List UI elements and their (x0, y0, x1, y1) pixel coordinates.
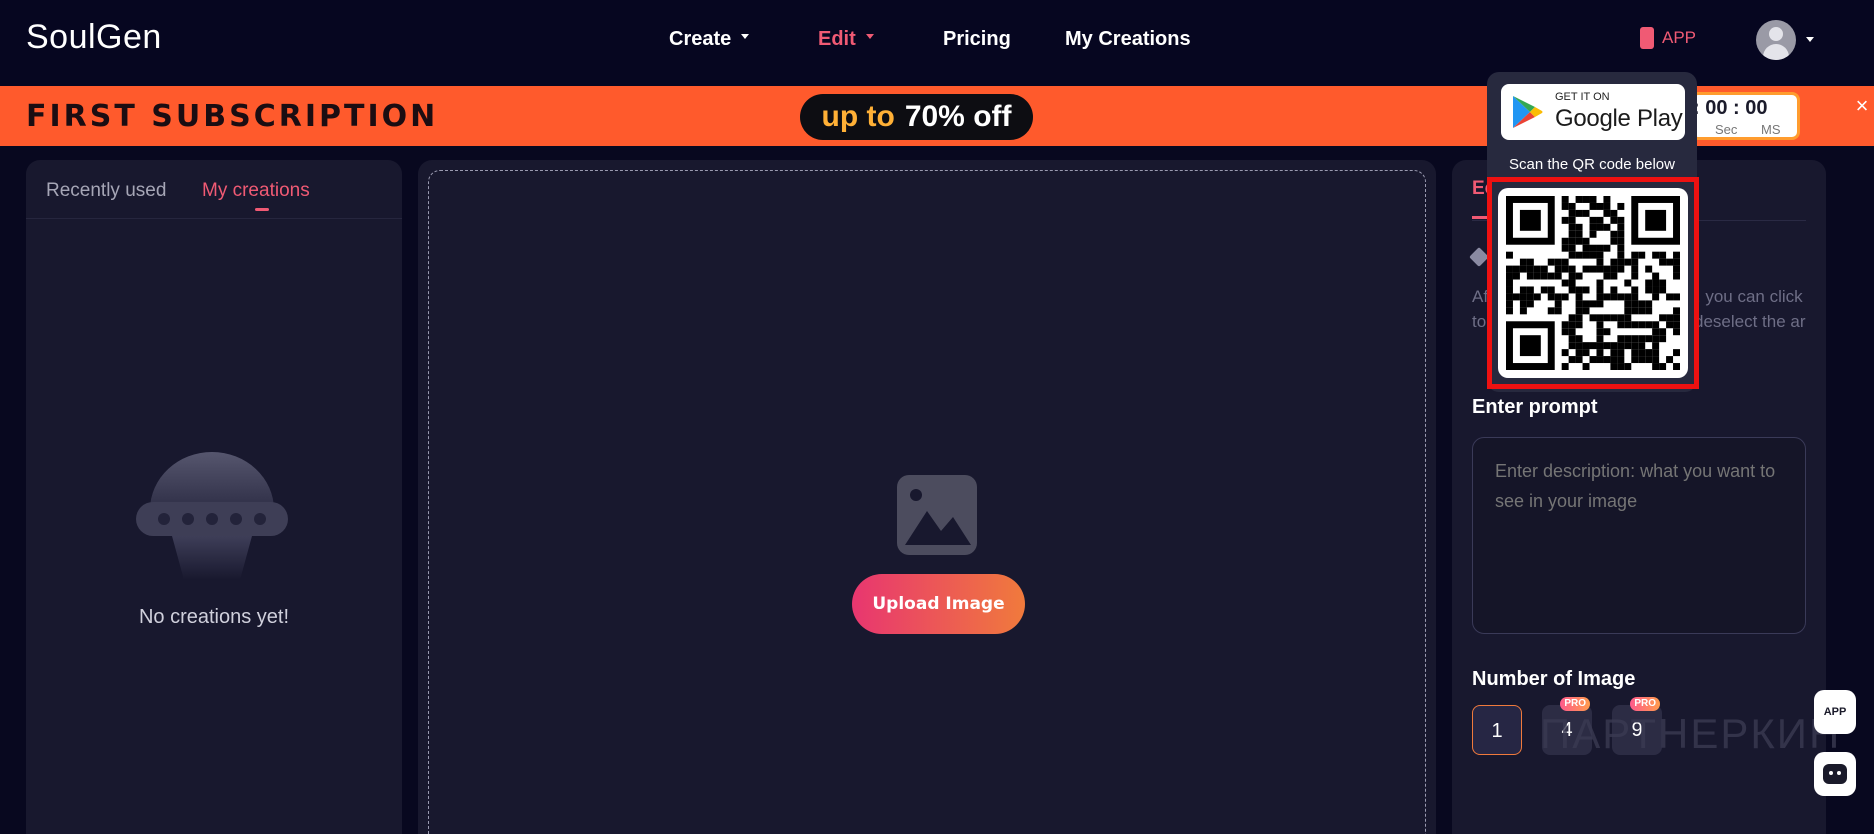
tab-my-creations[interactable]: My creations (202, 180, 310, 202)
app-download-popover: GET IT ON Google Play Scan the QR code b… (1487, 72, 1699, 392)
timer-ms-label: MS (1761, 122, 1781, 137)
chat-bot-icon[interactable] (1814, 752, 1856, 796)
nav-create[interactable]: Create (669, 28, 750, 51)
banner-title: FIRST SUBSCRIPTION (26, 99, 439, 134)
workspace-panel: Upload Image (418, 160, 1436, 834)
phone-icon (1640, 27, 1654, 49)
google-play-icon (1513, 96, 1543, 128)
app-link-label: APP (1662, 28, 1697, 47)
active-tab-indicator (255, 208, 269, 211)
timer-digits: : 00 : 00 (1693, 97, 1768, 119)
prompt-input[interactable] (1472, 437, 1806, 634)
upload-image-button[interactable]: Upload Image (852, 574, 1025, 634)
prompt-label: Enter prompt (1472, 396, 1598, 418)
chevron-down-icon (741, 34, 750, 39)
image-count-label: Number of Image (1472, 668, 1636, 690)
image-count-value: 1 (1491, 720, 1503, 742)
discount-pill: up to 70% off (800, 94, 1033, 140)
countdown-timer: : 00 : 00 Sec MS (1690, 92, 1800, 140)
nav-pricing[interactable]: Pricing (943, 28, 1011, 51)
ufo-empty-icon (136, 452, 288, 580)
store-small-text: GET IT ON (1555, 91, 1610, 103)
nav-edit-label: Edit (818, 28, 856, 50)
app-download-link[interactable]: APP (1640, 27, 1696, 49)
tabs-divider (26, 218, 402, 219)
close-icon[interactable]: × (1850, 92, 1874, 120)
timer-sec-label: Sec (1715, 122, 1738, 137)
nav-create-label: Create (669, 28, 732, 50)
qr-code-icon (1506, 196, 1680, 370)
qr-caption: Scan the QR code below (1509, 156, 1675, 173)
image-count-option-1[interactable]: 1 (1472, 705, 1522, 755)
nav-my-creations[interactable]: My Creations (1065, 28, 1191, 51)
user-avatar-icon[interactable] (1756, 20, 1796, 60)
pro-badge: PRO (1560, 697, 1590, 711)
discount-prefix: up to (821, 100, 895, 133)
nav-pricing-label: Pricing (943, 28, 1011, 50)
watermark: ПАРТНЕРКИН (1540, 710, 1842, 757)
nav-edit[interactable]: Edit (818, 28, 874, 51)
upload-dropzone[interactable]: Upload Image (428, 170, 1426, 834)
nav-my-creations-label: My Creations (1065, 28, 1191, 50)
discount-value: 70% off (904, 100, 1012, 133)
tab-recently-used[interactable]: Recently used (46, 180, 166, 202)
qr-highlight-box (1487, 177, 1699, 389)
floating-app-button[interactable]: APP (1814, 690, 1856, 734)
history-panel: Recently used My creations No creations … (26, 160, 402, 834)
empty-state-text: No creations yet! (138, 606, 290, 628)
pro-badge: PRO (1630, 697, 1660, 711)
store-name: Google Play (1555, 105, 1683, 132)
image-placeholder-icon (897, 475, 977, 555)
qr-code[interactable] (1498, 188, 1688, 378)
chevron-down-icon[interactable] (1806, 37, 1814, 42)
site-logo[interactable]: SoulGen (26, 18, 162, 57)
google-play-button[interactable]: GET IT ON Google Play (1501, 84, 1685, 140)
chevron-down-icon (865, 34, 874, 39)
brush-icon[interactable] (1469, 247, 1489, 267)
